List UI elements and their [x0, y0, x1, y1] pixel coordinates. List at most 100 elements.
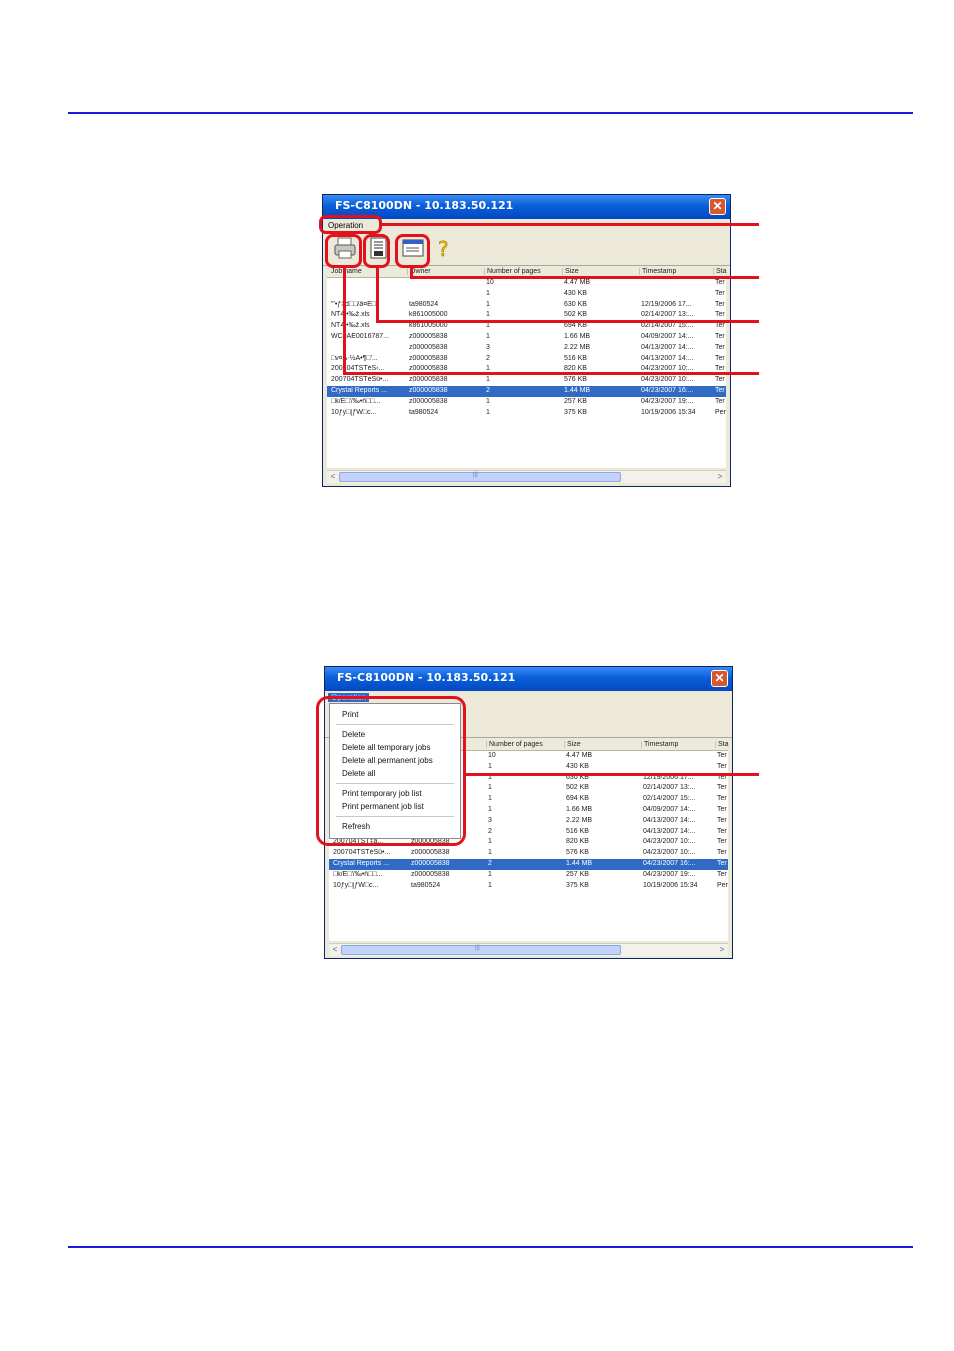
- scroll-right-icon[interactable]: >: [714, 471, 726, 483]
- table-row[interactable]: 200704TSTèŠü•... z000005838 1 576 KB 04/23/2…: [329, 848, 728, 859]
- table-row[interactable]: WC0AE0016787... z000005838 1 1.66 MB 04/09/2…: [327, 332, 726, 343]
- table-cell: Ter: [717, 816, 727, 824]
- table-cell: 4.47 MB: [564, 279, 591, 286]
- table-cell: 2: [488, 827, 492, 835]
- leader-line: [376, 320, 759, 323]
- table-cell: 10ƒy□[ƒW□c...: [333, 881, 379, 889]
- table-cell: 3: [486, 343, 490, 351]
- table-cell: 1: [486, 311, 490, 319]
- column-header-cell[interactable]: Number of pages: [486, 741, 543, 748]
- table-cell: 1: [486, 376, 490, 384]
- table-cell: 02/14/2007 13:...: [643, 784, 696, 792]
- table-row[interactable]: 200704TSTèŠü•... z000005838 1 576 KB 04/23/2…: [327, 375, 726, 386]
- table-cell: z000005838: [409, 387, 448, 394]
- table-row[interactable]: "'•ƒ‡d□□/ã¤Ë□' ta980524 1 630 KB 12/19/2006 …: [327, 300, 726, 311]
- table-cell: 04/23/2007 19:...: [643, 870, 696, 878]
- horizontal-scrollbar[interactable]: < ||| >: [327, 470, 726, 483]
- table-row[interactable]: Crystal Reports ... z000005838 2 1.44 MB 04/…: [329, 859, 728, 870]
- table-cell: z000005838: [409, 376, 448, 384]
- scroll-left-icon[interactable]: <: [327, 471, 339, 483]
- table-cell: 1: [488, 784, 492, 792]
- scroll-left-icon[interactable]: <: [329, 944, 341, 956]
- table-cell: ta980524: [409, 300, 439, 308]
- table-row[interactable]: 10ƒy□[ƒW□c... ta980524 1 375 KB 10/19/2006 1…: [329, 881, 728, 892]
- scroll-right-icon[interactable]: >: [716, 944, 728, 956]
- table-row[interactable]: □v¤Ã·½Ä•¶□'... z000005838 2 516 KB 04/13/200…: [327, 354, 726, 365]
- table-cell: 1: [488, 806, 492, 813]
- table-cell: z000005838: [409, 333, 448, 340]
- callout-operation-dropdown: [316, 696, 466, 846]
- table-cell: 04/13/2007 14:...: [643, 827, 696, 835]
- column-header-cell[interactable]: Number of pages: [484, 268, 541, 275]
- table-cell: Ter: [717, 752, 727, 759]
- table-cell: Ter: [717, 838, 727, 846]
- table-cell: 516 KB: [566, 827, 589, 835]
- table-cell: □k/E□'/‰•ñ□□...: [331, 397, 381, 405]
- horizontal-scrollbar[interactable]: < ||| >: [329, 943, 728, 956]
- table-cell: Ter: [715, 387, 725, 394]
- table-cell: 12/19/2006 17...: [641, 300, 692, 308]
- table-cell: Per: [715, 408, 726, 416]
- table-cell: Ter: [715, 300, 725, 308]
- table-row[interactable]: □k/E□'/‰•ñ□□... z000005838 1 257 KB 04/23/20…: [327, 397, 726, 408]
- table-cell: 1: [486, 397, 490, 405]
- table-cell: 02/14/2007 15:...: [643, 795, 696, 803]
- table-row[interactable]: 10ƒy□[ƒW□c... ta980524 1 375 KB 10/19/2006 1…: [327, 408, 726, 419]
- table-cell: 2.22 MB: [566, 816, 593, 824]
- table-row[interactable]: z000005838 3 2.22 MB 04/13/2007 14:... Ter: [327, 343, 726, 354]
- column-header-cell[interactable]: Sta: [713, 268, 727, 275]
- table-cell: 2: [486, 387, 490, 394]
- table-cell: k861005000: [409, 322, 448, 330]
- column-header-cell[interactable]: Timestamp: [641, 741, 678, 748]
- table-cell: ta980524: [409, 408, 439, 416]
- table-cell: 3: [488, 816, 492, 824]
- help-icon[interactable]: ?: [431, 236, 455, 262]
- table-cell: 04/13/2007 14:...: [641, 343, 694, 351]
- table-cell: 2.22 MB: [564, 343, 591, 351]
- table-cell: 10ƒy□[ƒW□c...: [331, 408, 377, 416]
- scroll-thumb[interactable]: |||: [341, 945, 621, 955]
- table-cell: 375 KB: [566, 881, 589, 889]
- table-row[interactable]: 1 430 KB Ter: [327, 289, 726, 300]
- table-cell: 1: [488, 849, 492, 857]
- table-cell: 04/13/2007 14:...: [643, 816, 696, 824]
- table-cell: 1: [488, 870, 492, 878]
- table-cell: 502 KB: [564, 311, 587, 319]
- table-cell: Ter: [715, 289, 725, 297]
- close-button[interactable]: ✕: [709, 198, 726, 215]
- table-row[interactable]: □k/E□'/‰•ñ□□... z000005838 1 257 KB 04/23/20…: [329, 870, 728, 881]
- table-cell: 502 KB: [566, 784, 589, 792]
- table-cell: 1: [486, 408, 490, 416]
- table-cell: 04/23/2007 19:...: [641, 397, 694, 405]
- table-cell: 375 KB: [564, 408, 587, 416]
- table-cell: 820 KB: [566, 838, 589, 846]
- column-header-cell[interactable]: Size: [562, 268, 579, 275]
- table-cell: 430 KB: [566, 762, 589, 770]
- scroll-thumb[interactable]: |||: [339, 472, 621, 482]
- table-row[interactable]: Crystal Reports ... z000005838 2 1.44 MB 04/…: [327, 386, 726, 397]
- title-bar: FS-C8100DN - 10.183.50.121 ✕: [323, 195, 730, 219]
- table-cell: 1: [486, 322, 490, 330]
- table-cell: 4.47 MB: [566, 752, 593, 759]
- close-button[interactable]: ✕: [711, 670, 728, 687]
- table-cell: Ter: [717, 849, 727, 857]
- scroll-grip: |||: [473, 472, 478, 478]
- table-cell: Ter: [715, 311, 725, 319]
- table-row[interactable]: 10 4.47 MB Ter: [327, 278, 726, 289]
- svg-text:?: ?: [438, 237, 449, 260]
- table-cell: 2: [486, 354, 490, 362]
- column-header-cell[interactable]: Size: [564, 741, 581, 748]
- table-cell: 04/23/2007 10:...: [641, 376, 694, 384]
- table-cell: 10/19/2006 15:34: [641, 408, 696, 416]
- table-cell: Crystal Reports ...: [331, 387, 388, 394]
- table-cell: 04/23/2007 16:...: [641, 387, 694, 394]
- table-cell: 02/14/2007 15:...: [641, 322, 694, 330]
- callout-operation-menu: [319, 215, 382, 234]
- column-header-cell[interactable]: Timestamp: [639, 268, 676, 275]
- table-cell: Ter: [717, 827, 727, 835]
- table-cell: Ter: [715, 333, 725, 340]
- table-cell: Ter: [717, 784, 727, 792]
- column-header-cell[interactable]: Sta: [715, 741, 729, 748]
- table-cell: z000005838: [409, 354, 448, 362]
- scroll-grip: |||: [475, 945, 480, 951]
